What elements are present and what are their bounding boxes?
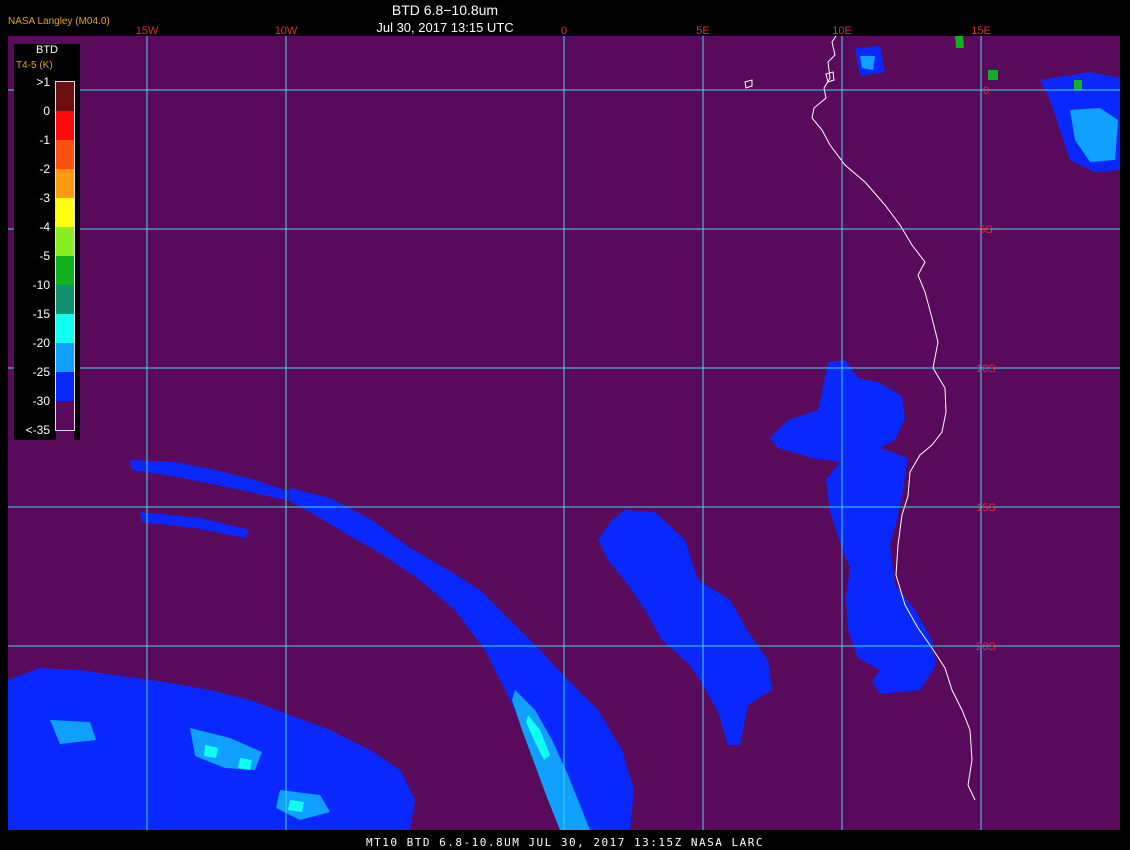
legend-label: >1: [36, 75, 50, 89]
legend-label: 0: [43, 104, 50, 118]
legend-label: -20: [32, 336, 50, 350]
legend-label: -25: [32, 365, 50, 379]
legend-label: -15: [32, 307, 50, 321]
legend-label: -2: [39, 162, 50, 176]
legend-frame: [55, 81, 75, 431]
image-timestamp: Jul 30, 2017 13:15 UTC: [376, 20, 514, 35]
legend-label: -10: [32, 278, 50, 292]
legend-title: BTD: [36, 44, 58, 56]
legend-label: -3: [39, 191, 50, 205]
legend-label: -4: [39, 220, 50, 234]
image-title: BTD 6.8−10.8um: [391, 2, 499, 18]
longitude-label: 15E: [971, 25, 991, 37]
satellite-map: 15W 10W 0 5E 10E 15E05S10S15S20S: [8, 25, 1120, 830]
footer-caption: MT10 BTD 6.8-10.8UM JUL 30, 2017 13:15Z …: [365, 836, 764, 849]
legend-swatch: [56, 430, 74, 459]
color-legend: BTD T4-5 (K) >1 0 -1 -2 -3 -4 -5 -10 -15 -20 -25 -3…: [14, 44, 80, 459]
latitude-label: 15S: [976, 502, 996, 514]
latitude-label: 5S: [979, 224, 992, 236]
producer-label: NASA Langley (M04.0): [8, 16, 110, 27]
latitude-label: 0: [983, 85, 989, 97]
latitude-label: 20S: [976, 641, 996, 653]
latitude-label: 10S: [976, 363, 996, 375]
legend-label: <-35: [25, 423, 50, 437]
legend-label: -5: [39, 249, 50, 263]
legend-label: -1: [39, 133, 50, 147]
legend-label: -30: [32, 394, 50, 408]
legend-units: T4-5 (K): [16, 60, 53, 71]
